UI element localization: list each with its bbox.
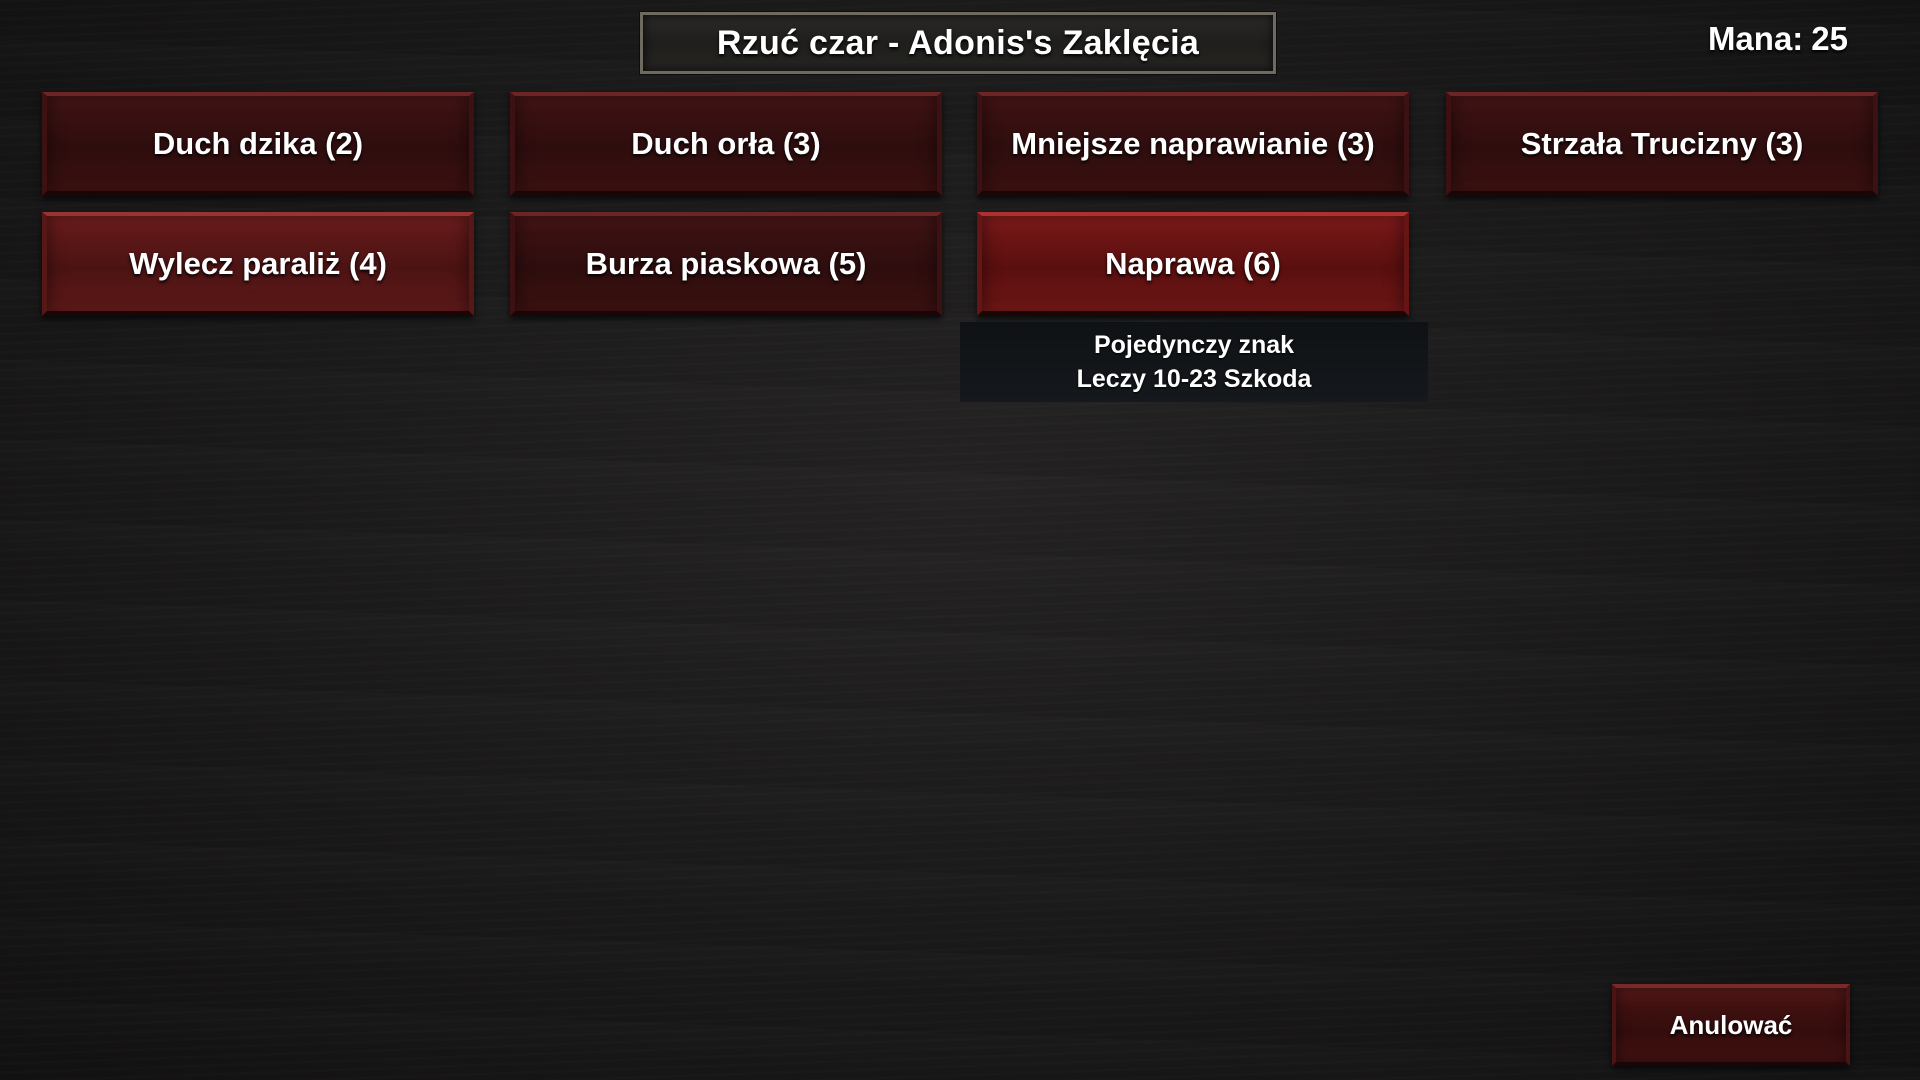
spell-label: Strzała Trucizny (3) (1520, 125, 1804, 161)
mana-label: Mana: (1707, 20, 1804, 57)
spell-label: Naprawa (6) (1105, 245, 1281, 281)
spell-label: Burza piaskowa (5) (585, 245, 867, 281)
spell-button-naprawa[interactable]: Naprawa (6) (977, 212, 1409, 316)
spell-button-strzala-trucizny[interactable]: Strzała Trucizny (3) (1446, 92, 1878, 196)
spell-label: Wylecz paraliż (4) (129, 245, 387, 281)
page-title: Rzuć czar - Adonis's Zaklęcia (716, 23, 1200, 62)
mana-value: 25 (1811, 20, 1848, 57)
spell-button-mniejsze-naprawianie[interactable]: Mniejsze naprawianie (3) (977, 92, 1409, 196)
spell-button-burza-piaskowa[interactable]: Burza piaskowa (5) (510, 212, 942, 316)
spell-label: Duch dzika (2) (152, 125, 364, 161)
spell-tooltip: Pojedynczy znak Leczy 10-23 Szkoda (960, 322, 1428, 402)
spell-button-duch-orla[interactable]: Duch orła (3) (510, 92, 942, 196)
spell-button-duch-dzika[interactable]: Duch dzika (2) (42, 92, 474, 196)
title-panel: Rzuć czar - Adonis's Zaklęcia (639, 11, 1277, 75)
tooltip-effect-line: Leczy 10-23 Szkoda (1076, 365, 1312, 393)
spell-button-wylecz-paraliz[interactable]: Wylecz paraliż (4) (42, 212, 474, 316)
cancel-label: Anulować (1669, 1009, 1793, 1040)
tooltip-target-line: Pojedynczy znak (1093, 331, 1295, 359)
spell-label: Duch orła (3) (631, 125, 821, 161)
spell-label: Mniejsze naprawianie (3) (1011, 125, 1375, 161)
cancel-button[interactable]: Anulować (1612, 984, 1850, 1066)
mana-display: Mana: 25 (1708, 20, 1848, 58)
